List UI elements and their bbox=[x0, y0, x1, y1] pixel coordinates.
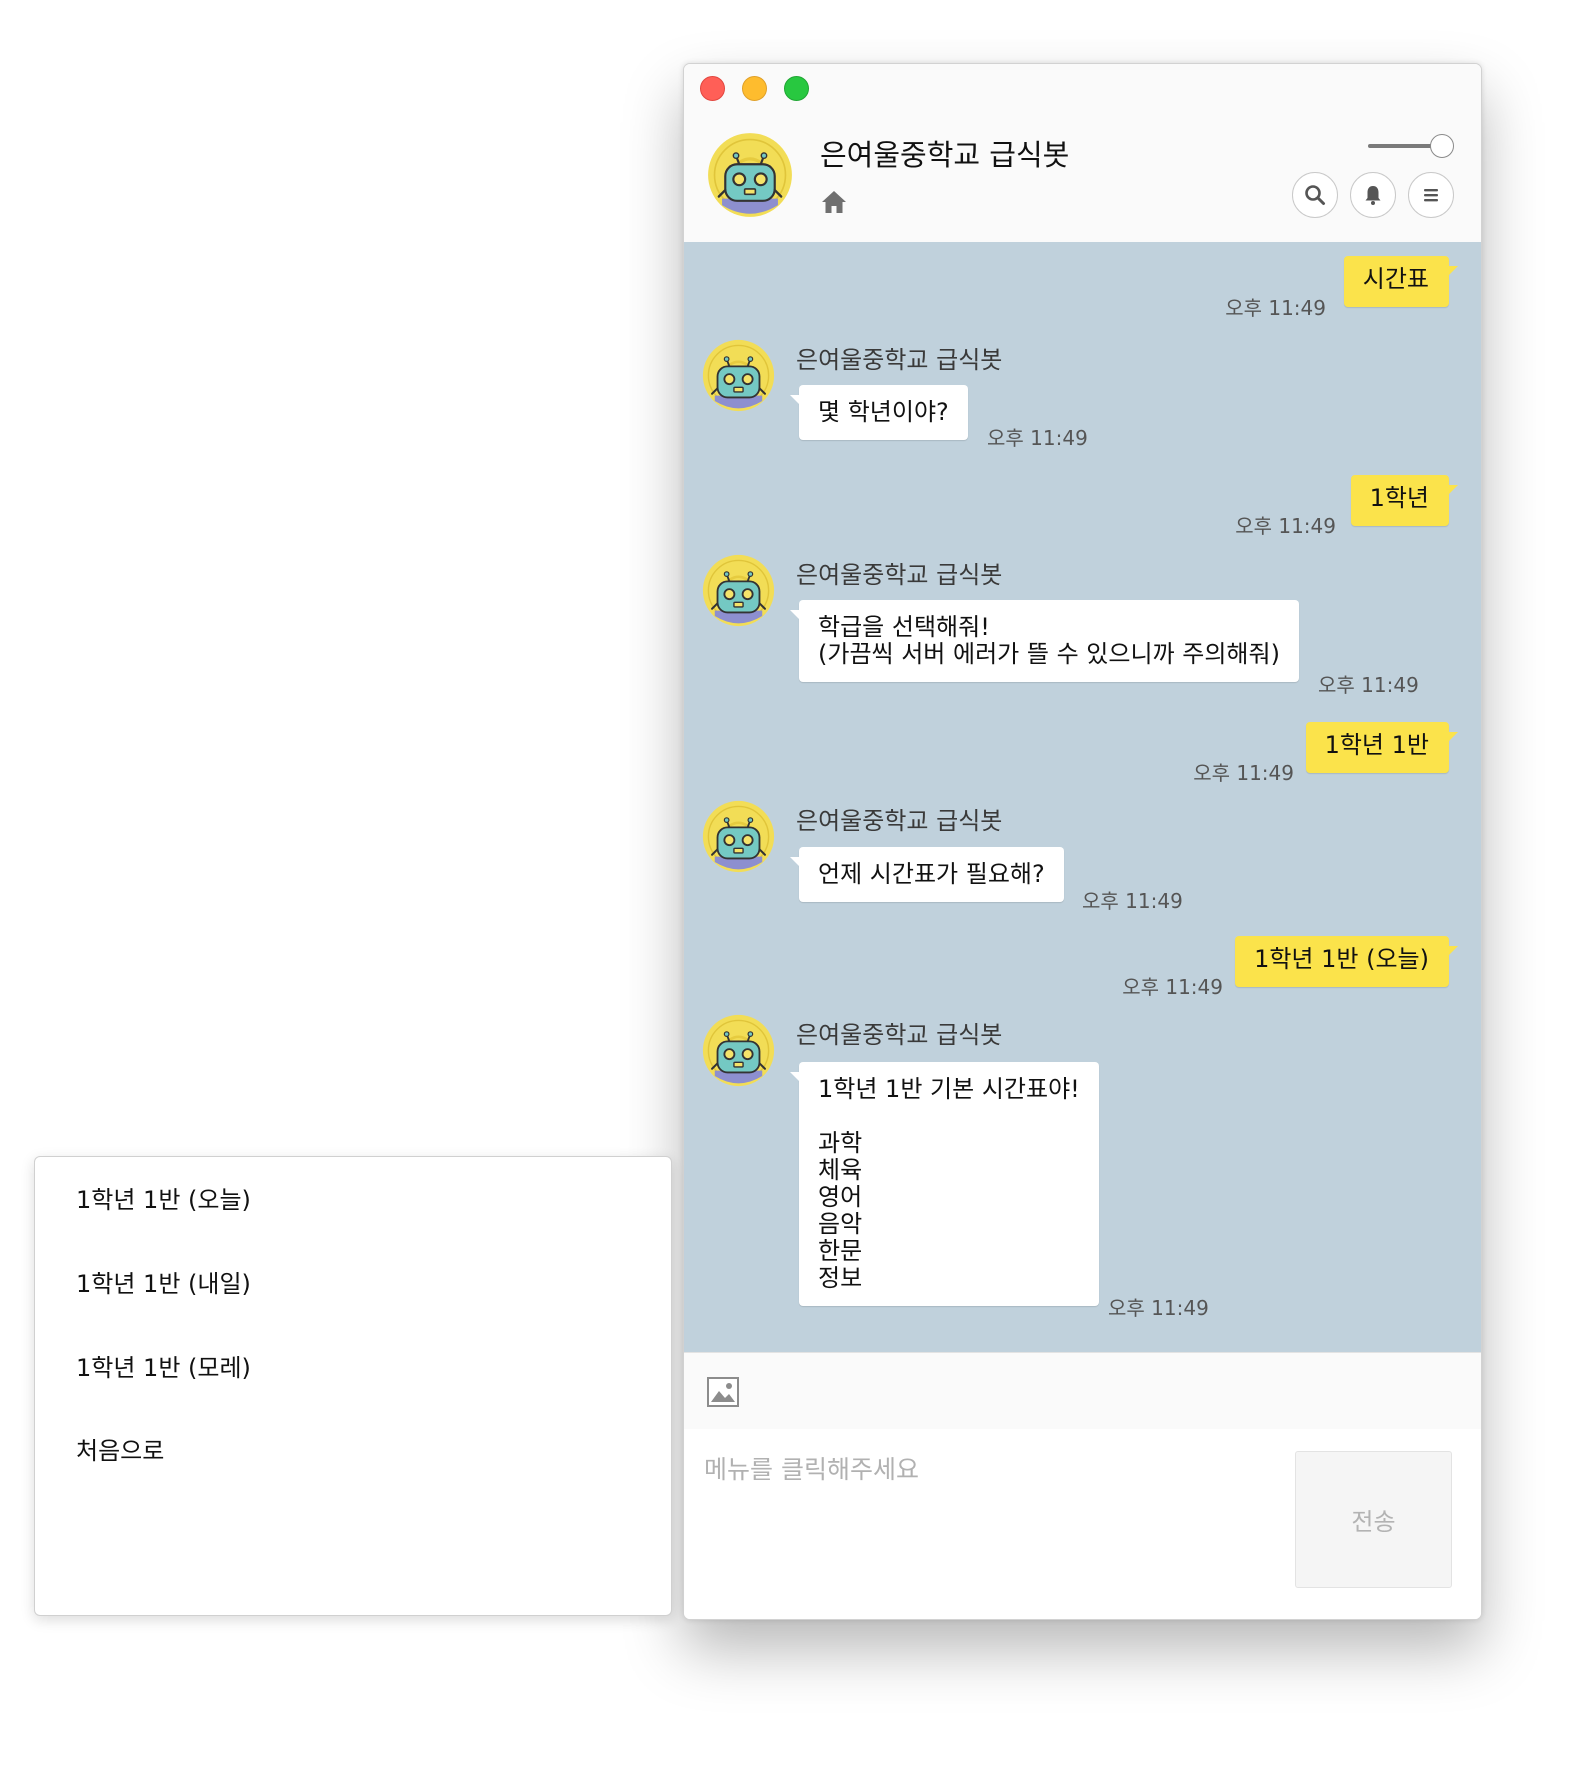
incoming-message: 언제 시간표가 필요해? bbox=[790, 847, 1064, 902]
composer: 전송 bbox=[684, 1429, 1481, 1619]
opacity-slider[interactable] bbox=[1368, 134, 1454, 158]
chat-header: 은여울중학교 급식봇 bbox=[684, 64, 1481, 243]
minimize-window-button[interactable] bbox=[742, 76, 767, 101]
search-icon bbox=[1305, 185, 1325, 205]
message-text: 1학년 bbox=[1369, 484, 1429, 512]
message-list[interactable]: 시간표 오후 11:49 은여울중학교 급식봇 몇 학년이야? 오후 11:49… bbox=[684, 242, 1481, 1352]
bell-icon bbox=[1365, 186, 1381, 205]
message-time: 오후 11:49 bbox=[1122, 975, 1223, 999]
message-time: 오후 11:49 bbox=[1318, 673, 1419, 697]
message-input[interactable] bbox=[704, 1449, 1284, 1489]
slider-knob[interactable] bbox=[1430, 134, 1454, 158]
sender-name: 은여울중학교 급식봇 bbox=[796, 1021, 1003, 1049]
message-time: 오후 11:49 bbox=[1225, 296, 1326, 320]
sender-name: 은여울중학교 급식봇 bbox=[796, 807, 1003, 835]
search-button[interactable] bbox=[1292, 172, 1338, 218]
notification-button[interactable] bbox=[1350, 172, 1396, 218]
message-time: 오후 11:49 bbox=[1108, 1296, 1209, 1320]
close-window-button[interactable] bbox=[700, 76, 725, 101]
message-text: 언제 시간표가 필요해? bbox=[818, 860, 1045, 888]
incoming-message: 학급을 선택해줘! (가끔씩 서버 에러가 뜰 수 있으니까 주의해줘) bbox=[790, 600, 1299, 682]
quick-reply-menu: 1학년 1반 (오늘) 1학년 1반 (내일) 1학년 1반 (모레) 처음으로 bbox=[34, 1156, 672, 1616]
outgoing-message: 시간표 bbox=[1343, 256, 1459, 307]
sender-name: 은여울중학교 급식봇 bbox=[796, 561, 1003, 589]
quick-reply-today[interactable]: 1학년 1반 (오늘) bbox=[76, 1180, 251, 1215]
menu-icon bbox=[1424, 189, 1438, 202]
incoming-message: 1학년 1반 기본 시간표야! 과학 체육 영어 음악 한문 정보 bbox=[790, 1062, 1099, 1306]
bot-avatar[interactable] bbox=[702, 339, 775, 412]
composer-toolbar bbox=[684, 1352, 1481, 1430]
sender-name: 은여울중학교 급식봇 bbox=[796, 346, 1003, 374]
message-text: 1학년 1반 (오늘) bbox=[1254, 945, 1429, 973]
quick-reply-restart[interactable]: 처음으로 bbox=[76, 1431, 164, 1466]
image-attach-icon[interactable] bbox=[707, 1377, 739, 1407]
chat-window: 은여울중학교 급식봇 시간표 오후 11:49 은여울중학교 급식봇 몇 학년이… bbox=[683, 63, 1482, 1620]
quick-reply-tomorrow[interactable]: 1학년 1반 (내일) bbox=[76, 1264, 251, 1299]
message-text: 몇 학년이야? bbox=[818, 398, 949, 426]
outgoing-message: 1학년 bbox=[1350, 475, 1459, 526]
window-controls bbox=[700, 76, 809, 101]
message-text: 학급을 선택해줘! (가끔씩 서버 에러가 뜰 수 있으니까 주의해줘) bbox=[818, 613, 1280, 668]
bot-avatar[interactable] bbox=[702, 800, 775, 873]
chat-title: 은여울중학교 급식봇 bbox=[820, 138, 1070, 172]
incoming-message: 몇 학년이야? bbox=[790, 385, 968, 440]
bot-avatar[interactable] bbox=[707, 132, 793, 218]
home-icon[interactable] bbox=[820, 189, 848, 215]
quick-reply-day-after[interactable]: 1학년 1반 (모레) bbox=[76, 1348, 251, 1383]
message-text: 1학년 1반 bbox=[1324, 731, 1429, 759]
message-time: 오후 11:49 bbox=[1082, 889, 1183, 913]
message-time: 오후 11:49 bbox=[1193, 761, 1294, 785]
send-button[interactable]: 전송 bbox=[1295, 1451, 1452, 1588]
message-text: 1학년 1반 기본 시간표야! 과학 체육 영어 음악 한문 정보 bbox=[818, 1075, 1080, 1292]
message-text: 시간표 bbox=[1362, 265, 1429, 293]
outgoing-message: 1학년 1반 bbox=[1305, 722, 1459, 773]
message-time: 오후 11:49 bbox=[1235, 514, 1336, 538]
maximize-window-button[interactable] bbox=[784, 76, 809, 101]
bot-avatar[interactable] bbox=[702, 1014, 775, 1087]
outgoing-message: 1학년 1반 (오늘) bbox=[1235, 936, 1458, 987]
message-time: 오후 11:49 bbox=[987, 426, 1088, 450]
menu-button[interactable] bbox=[1408, 172, 1454, 218]
bot-avatar[interactable] bbox=[702, 554, 775, 627]
